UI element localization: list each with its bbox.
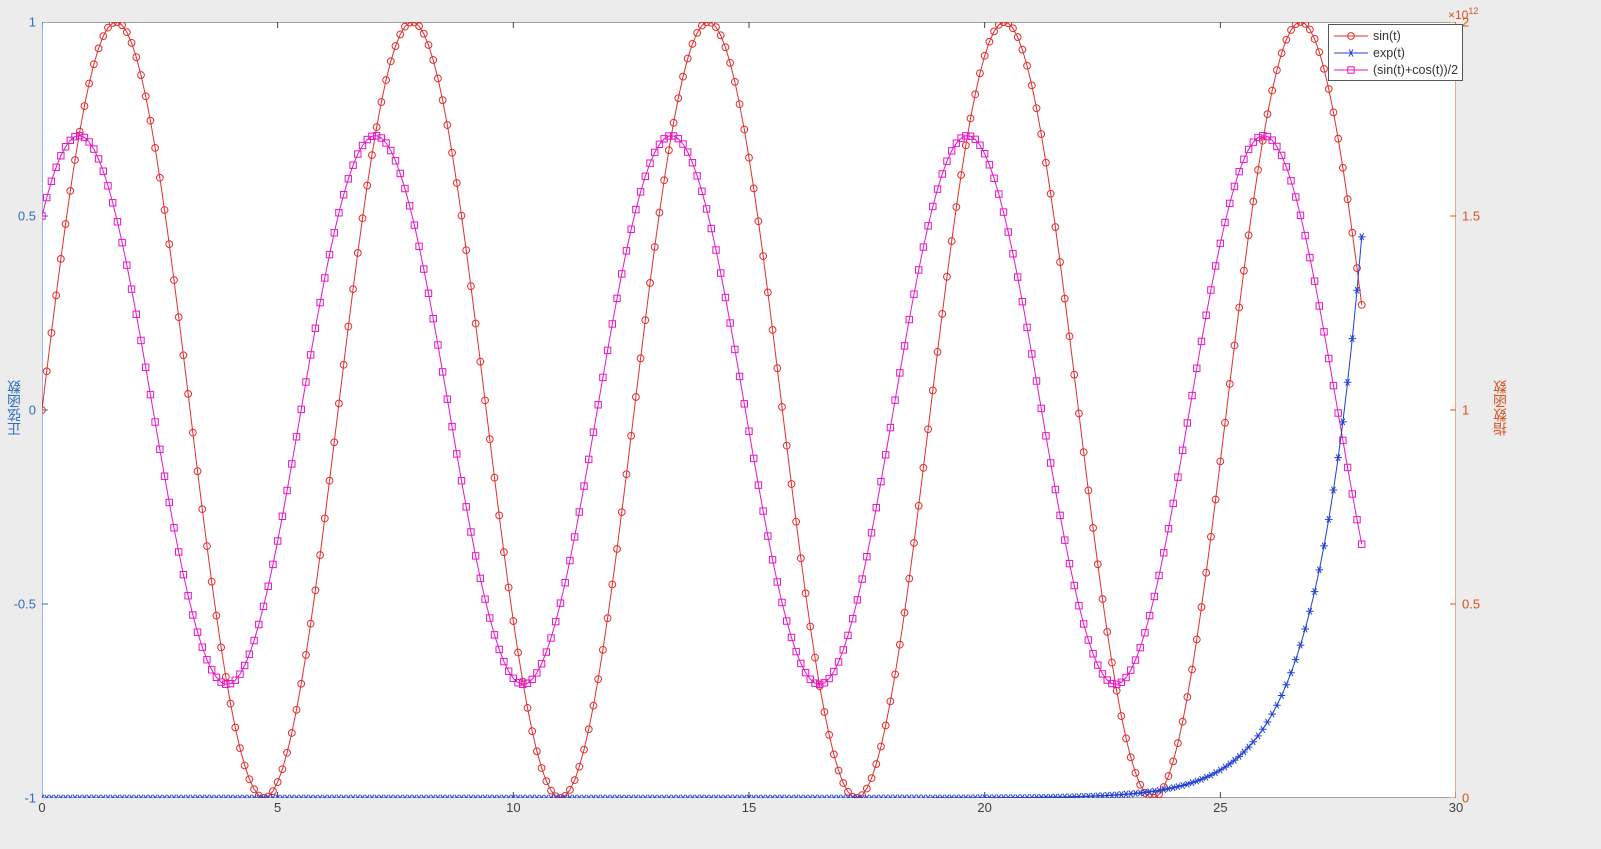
legend-label: exp(t) bbox=[1373, 45, 1405, 61]
ytick-right: 1.5 bbox=[1462, 209, 1480, 224]
ytick-left: 0.5 bbox=[18, 209, 36, 224]
ytick-right: 0.5 bbox=[1462, 597, 1480, 612]
legend-label: sin(t) bbox=[1373, 28, 1401, 44]
xtick: 20 bbox=[977, 800, 991, 815]
ytick-right: 2 bbox=[1462, 15, 1469, 30]
xtick: 10 bbox=[506, 800, 520, 815]
ytick-left: -0.5 bbox=[14, 597, 36, 612]
ytick-left: -1 bbox=[24, 791, 36, 806]
xtick: 0 bbox=[38, 800, 45, 815]
ytick-left: 0 bbox=[29, 403, 36, 418]
legend-item-sin: sin(t) bbox=[1333, 27, 1458, 44]
ytick-left: 1 bbox=[29, 15, 36, 30]
ytick-right: 1 bbox=[1462, 403, 1469, 418]
xtick: 5 bbox=[274, 800, 281, 815]
xtick: 25 bbox=[1213, 800, 1227, 815]
legend-item-avg: (sin(t)+cos(t))/2 bbox=[1333, 61, 1458, 78]
legend-label: (sin(t)+cos(t))/2 bbox=[1373, 62, 1458, 78]
xtick: 15 bbox=[742, 800, 756, 815]
plot-area bbox=[42, 22, 1456, 798]
ylabel-right: 指数函数 bbox=[1490, 380, 1510, 436]
xtick: 30 bbox=[1449, 800, 1463, 815]
ylabel-left: 正弦函数 bbox=[4, 380, 24, 436]
plot-svg bbox=[42, 22, 1456, 798]
legend[interactable]: sin(t) exp(t) (sin(t)+cos(t))/2 bbox=[1328, 24, 1463, 81]
legend-item-exp: exp(t) bbox=[1333, 44, 1458, 61]
